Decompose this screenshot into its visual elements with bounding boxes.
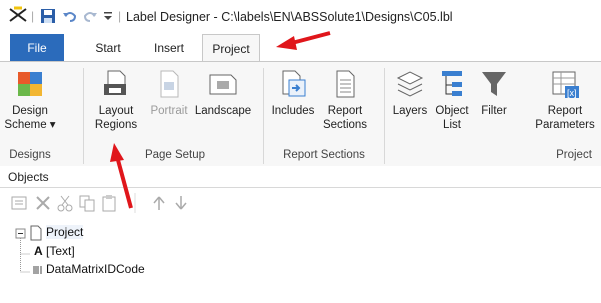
annotation-arrows [110, 31, 331, 209]
arrow-to-project-tab-icon [276, 31, 331, 50]
arrow-to-layout-regions-icon [110, 143, 133, 209]
